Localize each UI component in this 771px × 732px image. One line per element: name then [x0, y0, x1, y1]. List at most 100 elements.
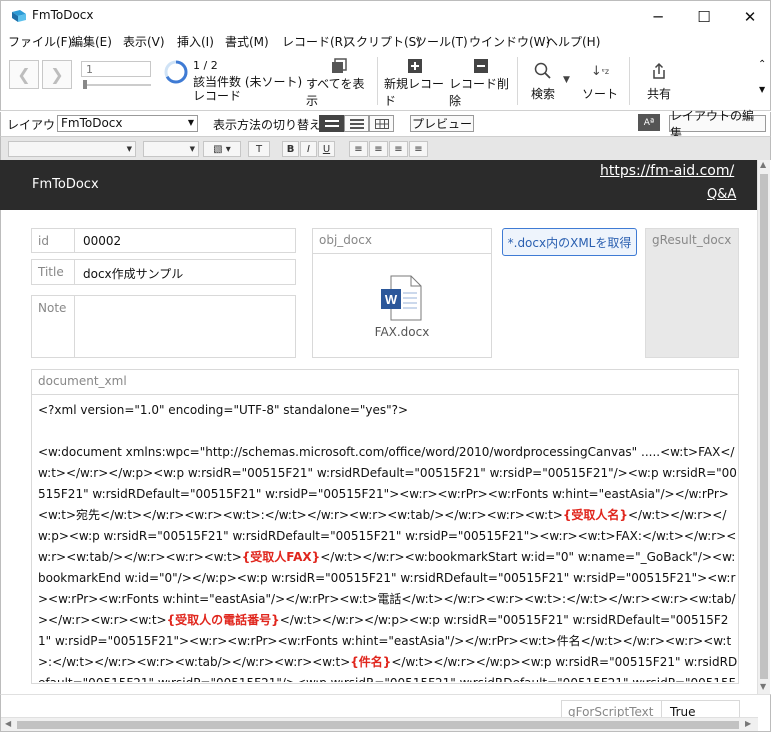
align-right-button[interactable]: ≡ — [389, 141, 408, 157]
menu-edit[interactable]: 編集(E) — [71, 33, 112, 50]
italic-button[interactable]: I — [300, 141, 317, 157]
form-view-button[interactable] — [319, 115, 344, 132]
gresult-docx-label: gResult_docx — [652, 233, 732, 247]
layout-bar: レイアウト: FmToDocx ▼ 表示方法の切り替え: プレビュー Aª レイ… — [0, 109, 771, 140]
website-link[interactable]: https://fm-aid.com/ — [600, 163, 734, 179]
chevron-right-icon: ❯ — [50, 65, 64, 84]
horizontal-scrollbar[interactable]: ◀ ▶ — [1, 717, 758, 731]
table-view-icon — [374, 118, 389, 129]
align-justify-button[interactable]: ≡ — [409, 141, 428, 157]
search-icon — [534, 57, 552, 85]
scroll-down-icon[interactable]: ▼ — [760, 682, 766, 691]
xml-placeholder: {受取人の電話番号} — [166, 613, 280, 627]
toolbar-menu-icon[interactable]: ▼ — [759, 85, 765, 94]
previous-record-button[interactable]: ❮ — [9, 60, 39, 89]
menu-records[interactable]: レコード(R) — [282, 33, 348, 50]
menu-view[interactable]: 表示(V) — [123, 33, 165, 50]
records-label: レコード — [193, 89, 242, 103]
svg-text:W: W — [385, 292, 398, 307]
layout-select[interactable]: FmToDocx ▼ — [57, 115, 198, 132]
collapse-toolbar-icon[interactable]: ⌃ — [758, 59, 766, 70]
xml-placeholder: {受取人名} — [562, 508, 628, 522]
text-color-select[interactable]: ▧ ▾ — [203, 141, 241, 157]
show-all-button[interactable]: すべてを表示 — [306, 57, 372, 109]
note-field[interactable]: Note — [31, 295, 296, 358]
search-dropdown-icon[interactable]: ▼ — [563, 75, 570, 85]
id-label: id — [38, 234, 49, 248]
sort-label: ソート — [582, 87, 619, 101]
formatting-toggle-icon: Aª — [643, 117, 655, 128]
qa-link[interactable]: Q&A — [707, 187, 736, 202]
id-field: id 00002 — [31, 228, 296, 253]
preview-label: プレビュー — [411, 117, 472, 131]
font-size-select[interactable]: ▼ — [143, 141, 199, 157]
title-value[interactable]: docx作成サンプル — [83, 265, 183, 282]
font-select[interactable]: ▼ — [8, 141, 136, 157]
new-record-button[interactable]: 新規レコード — [384, 57, 446, 109]
record-count: 1 / 2 — [193, 59, 218, 72]
obj-docx-filename: FAX.docx — [374, 325, 430, 339]
window-title: FmToDocx — [32, 8, 94, 22]
close-button[interactable]: ✕ — [727, 1, 771, 32]
share-button[interactable]: 共有 — [641, 57, 677, 109]
form-view-icon — [324, 119, 339, 127]
menu-scripts[interactable]: スクリプト(S) — [344, 33, 421, 50]
bold-button[interactable]: B — [282, 141, 299, 157]
title-bar: FmToDocx ─ ☐ ✕ — [0, 0, 771, 31]
record-slider[interactable] — [83, 84, 151, 86]
sort-icon: ↓ ᵄz — [590, 63, 610, 79]
xml-placeholder: {件名} — [350, 655, 392, 669]
vertical-scrollbar[interactable]: ▲ ▼ — [757, 160, 770, 694]
list-view-icon — [349, 118, 364, 129]
scroll-right-icon[interactable]: ▶ — [745, 719, 751, 728]
scroll-left-icon[interactable]: ◀ — [5, 719, 11, 728]
menu-file[interactable]: ファイル(F) — [8, 33, 72, 50]
horizontal-scroll-thumb[interactable] — [17, 721, 739, 729]
scroll-thumb[interactable] — [760, 174, 768, 679]
table-view-button[interactable] — [369, 115, 394, 132]
edit-layout-button[interactable]: レイアウトの編集 — [669, 109, 766, 140]
underline-icon: U — [322, 143, 331, 155]
sort-button[interactable]: ↓ ᵄz ソート — [582, 57, 618, 109]
formatting-bar: ▼ ▼ ▧ ▾ T B I U ≡ ≡ ≡ ≡ — [0, 136, 771, 160]
get-xml-button[interactable]: *.docx内のXMLを取得 — [502, 228, 637, 256]
record-slider-thumb[interactable] — [83, 80, 87, 89]
align-left-icon: ≡ — [354, 143, 363, 155]
maximize-button[interactable]: ☐ — [681, 1, 727, 32]
menu-tools[interactable]: ツール(T) — [415, 33, 468, 50]
align-center-button[interactable]: ≡ — [369, 141, 388, 157]
next-record-button[interactable]: ❯ — [42, 60, 72, 89]
align-justify-icon: ≡ — [414, 143, 423, 155]
align-left-button[interactable]: ≡ — [349, 141, 368, 157]
word-document-icon: W — [381, 275, 422, 321]
delete-record-button[interactable]: レコード削除 — [449, 57, 513, 109]
document-xml-label: document_xml — [38, 374, 127, 388]
field-divider — [32, 394, 738, 395]
field-divider — [74, 260, 75, 284]
maximize-icon: ☐ — [697, 7, 711, 26]
formatting-bar-toggle[interactable]: Aª — [638, 114, 660, 131]
record-number-input[interactable] — [81, 61, 151, 77]
menu-help[interactable]: ヘルプ(H) — [546, 33, 600, 50]
record-progress-ring — [164, 60, 188, 84]
layout-header: FmToDocx https://fm-aid.com/ Q&A — [0, 160, 757, 210]
new-record-label: 新規レコード — [384, 77, 445, 108]
title-label: Title — [38, 265, 64, 279]
preview-button[interactable]: プレビュー — [410, 115, 474, 132]
list-view-button[interactable] — [344, 115, 369, 132]
menu-format[interactable]: 書式(M) — [225, 33, 269, 50]
document-xml-text[interactable]: <?xml version="1.0" encoding="UTF-8" sta… — [38, 400, 738, 682]
field-divider — [74, 296, 75, 357]
search-button[interactable]: 検索 — [523, 57, 563, 109]
menu-insert[interactable]: 挿入(I) — [177, 33, 214, 50]
menu-window[interactable]: ウインドウ(W) — [469, 33, 550, 50]
minimize-button[interactable]: ─ — [635, 1, 681, 32]
id-value[interactable]: 00002 — [83, 234, 121, 248]
underline-button[interactable]: U — [318, 141, 335, 157]
chevron-down-icon: ▼ — [126, 145, 132, 153]
scroll-up-icon[interactable]: ▲ — [760, 160, 766, 169]
align-right-icon: ≡ — [394, 143, 403, 155]
text-style-button[interactable]: T — [248, 141, 270, 157]
obj-docx-field[interactable]: obj_docx W FAX.docx — [312, 228, 492, 358]
text-style-icon: T — [255, 143, 263, 155]
